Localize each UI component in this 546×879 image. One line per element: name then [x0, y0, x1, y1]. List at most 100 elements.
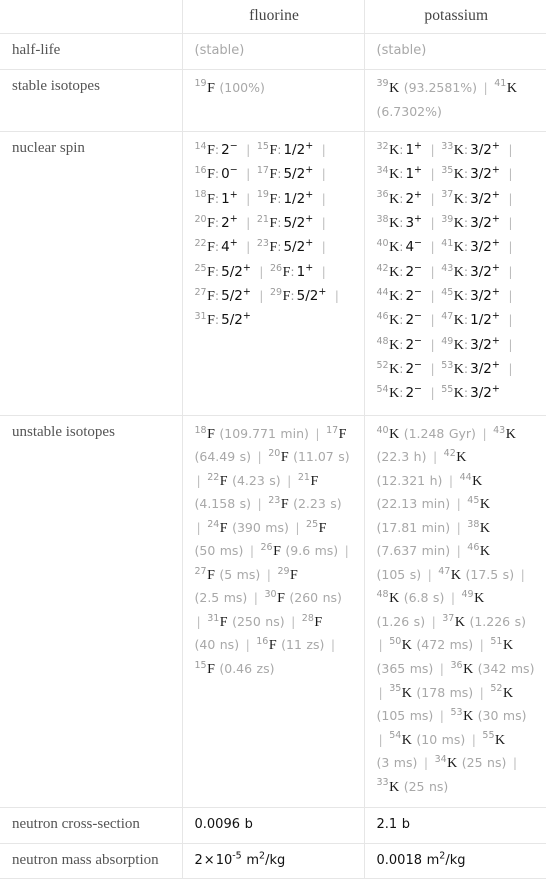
scalar-value: 2.1 b — [376, 817, 411, 833]
row-label: unstable isotopes — [0, 414, 183, 809]
isotope-entry: 33K (25 ns) — [377, 778, 449, 795]
mass-number: 41 — [494, 78, 507, 90]
isotope-entry: 23F (2.23 s) — [268, 496, 342, 512]
mass-number: 36 — [376, 189, 389, 201]
element-symbol: K — [453, 313, 464, 329]
mass-number: 26 — [260, 542, 273, 554]
cell-fluorine-half-life: (stable) — [181, 33, 365, 70]
isotope-symbol: 54K — [377, 385, 400, 401]
list-separator: | — [295, 519, 300, 535]
list-separator: | — [321, 239, 326, 255]
mass-number: 42 — [443, 448, 456, 460]
cell-fluorine-stable-isotopes: 19F (100%) — [181, 68, 365, 132]
list-separator: | — [456, 543, 461, 559]
list-separator: | — [253, 590, 258, 606]
element-symbol: F — [280, 450, 289, 466]
isotope-symbol: 29F — [270, 288, 290, 304]
list-separator: | — [448, 472, 454, 488]
list-separator: | — [246, 190, 251, 206]
isotope-value: (2.23 s) — [293, 496, 342, 512]
list-separator: | — [508, 361, 513, 377]
isotope-symbol: 19F — [257, 190, 277, 206]
list-separator: | — [430, 361, 435, 377]
mass-number: 47 — [441, 311, 454, 323]
isotope-value: (64.49 s) — [194, 449, 252, 465]
spin-entry: 25F: 5/2+ — [194, 262, 251, 280]
spin-value: 2− — [405, 335, 422, 353]
spin-value: 3+ — [405, 213, 422, 231]
spin-entry: 19F: 1/2+ — [256, 189, 314, 207]
list-separator: | — [430, 239, 435, 255]
list-separator: | — [246, 239, 251, 255]
mass-number: 34 — [376, 165, 389, 177]
isotope-symbol: 31F — [207, 614, 227, 630]
isotope-value: (5 ms) — [219, 566, 261, 582]
spin-entry: 47K: 1/2+ — [441, 310, 500, 329]
element-symbol: K — [453, 191, 464, 207]
spin-entry: 45K: 3/2+ — [441, 286, 500, 305]
spin-value: 1+ — [221, 189, 238, 207]
spin-entry: 39K: 3/2+ — [441, 213, 500, 231]
row-label: neutron cross-section — [0, 807, 183, 844]
spin-entry: 46K: 2− — [376, 310, 423, 329]
isotope-symbol: 33K — [441, 140, 464, 158]
mass-number: 46 — [376, 311, 389, 323]
list-separator: | — [482, 425, 487, 441]
spin-value: 0− — [221, 164, 238, 183]
element-symbol: K — [389, 313, 400, 329]
list-separator: | — [315, 425, 320, 441]
element-symbol: F — [207, 426, 215, 442]
spin-value: 4− — [405, 237, 422, 256]
isotope-value: (0.46 zs) — [219, 660, 275, 676]
spin-entry: 48K: 2− — [376, 335, 423, 353]
isotope-value: (6.7302%) — [376, 104, 442, 119]
mass-number: 18 — [194, 189, 207, 201]
isotope-value: (1.226 s) — [469, 613, 526, 629]
isotope-value: (4.158 s) — [194, 496, 252, 512]
isotope-symbol: 21F — [257, 215, 277, 231]
element-symbol: K — [453, 142, 464, 158]
isotope-value: (178 ms) — [416, 684, 474, 700]
mass-number: 45 — [441, 286, 454, 298]
isotope-symbol: 49K — [462, 590, 485, 606]
stable-note: (stable) — [194, 43, 245, 58]
mass-number: 17 — [256, 165, 269, 177]
spin-entry: 15F: 1/2+ — [256, 140, 314, 158]
isotope-symbol: 47K — [438, 567, 461, 583]
isotope-symbol: 38K — [377, 215, 400, 231]
isotope-entry: 27F (5 ms) — [195, 566, 261, 583]
list-separator: | — [344, 543, 349, 559]
isotope-entry: 50K (472 ms) — [389, 637, 473, 653]
element-symbol: K — [389, 362, 400, 378]
mass-number: 20 — [194, 213, 207, 225]
table-row: neutron cross-section 0.0096 b 2.1 b — [0, 807, 546, 844]
isotope-symbol: 38K — [467, 519, 490, 535]
mass-number: 33 — [441, 140, 454, 152]
isotope-symbol: 34K — [435, 755, 458, 771]
cell-potassium-half-life: (stable) — [363, 33, 546, 70]
element-symbol: F — [207, 289, 215, 305]
scalar-value: 0.0096 b — [194, 817, 253, 833]
mass-number: 25 — [194, 262, 207, 274]
list-separator: | — [430, 336, 435, 352]
isotope-symbol: 31F — [195, 312, 215, 328]
element-symbol: K — [389, 264, 400, 280]
isotope-value: (22.3 h) — [376, 449, 427, 465]
spin-entry: 31F: 5/2+ — [194, 310, 251, 329]
mass-number: 24 — [207, 518, 220, 530]
isotope-entry: 47K (17.5 s) — [438, 567, 514, 583]
isotope-value: (10 ms) — [416, 731, 466, 747]
mass-number: 40 — [376, 238, 389, 250]
element-symbol: K — [453, 289, 464, 305]
spin-entry: 34K: 1+ — [376, 164, 423, 183]
list-separator: | — [330, 637, 336, 653]
spin-entry: 29F: 5/2+ — [270, 286, 327, 305]
list-separator: | — [508, 214, 513, 230]
list-separator: | — [520, 566, 525, 582]
isotope-symbol: 16F — [195, 166, 215, 182]
isotope-entry: 40K (1.248 Gyr) — [377, 425, 476, 441]
element-symbol: K — [389, 779, 400, 795]
element-symbol: F — [314, 614, 323, 630]
spin-entry: 36K: 2+ — [376, 189, 423, 207]
table-row: nuclear spin 14F: 2− | 15F: 1/2+ | 16F: 0− |… — [0, 130, 546, 416]
